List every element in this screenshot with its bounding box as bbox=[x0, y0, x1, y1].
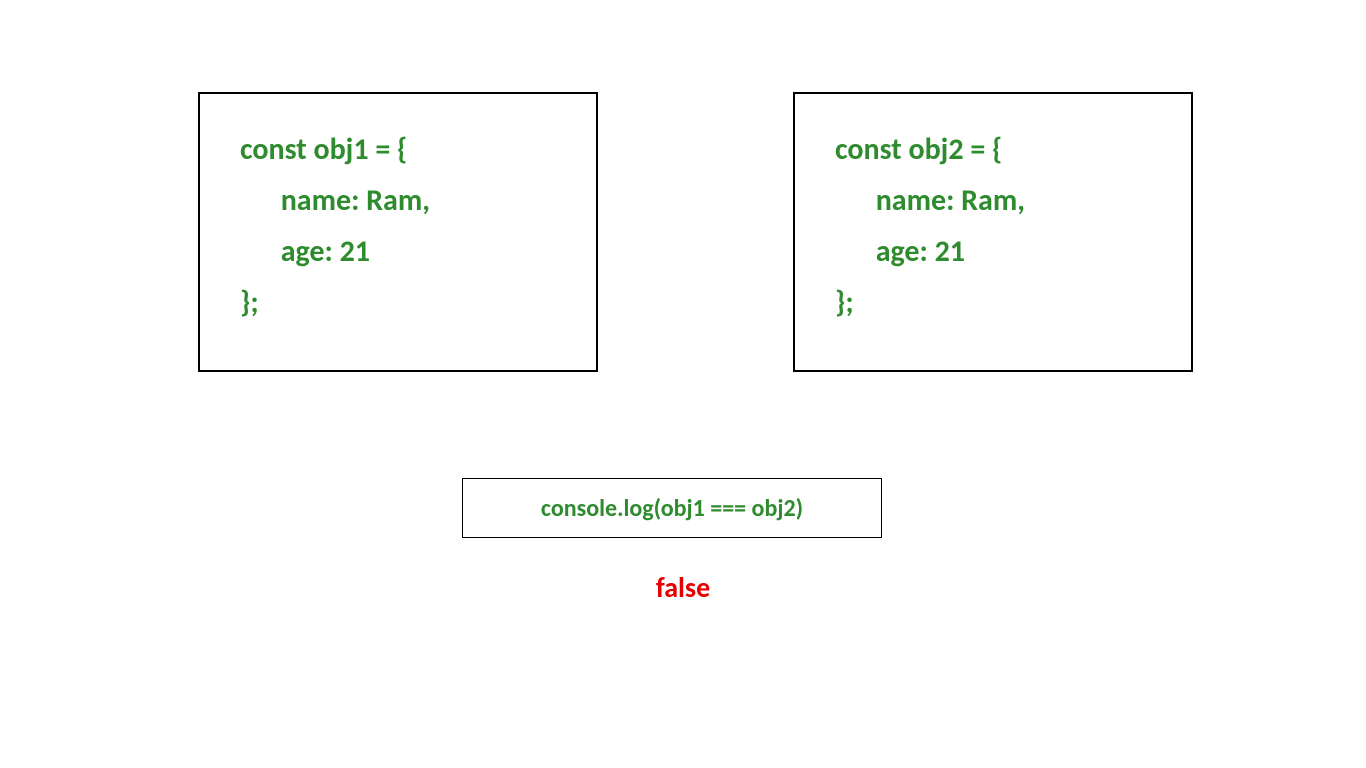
code-obj2-line2: name: Ram, bbox=[835, 182, 1025, 219]
code-obj2-line4: }; bbox=[835, 284, 854, 321]
code-obj1-line2: name: Ram, bbox=[240, 182, 430, 219]
code-box-obj1: const obj1 = { name: Ram, age: 21 }; bbox=[198, 92, 598, 372]
result-output: false bbox=[0, 570, 1366, 605]
code-obj1-line4: }; bbox=[240, 284, 259, 321]
code-obj1-line3: age: 21 bbox=[240, 233, 370, 270]
console-log-box: console.log(obj1 === obj2) bbox=[462, 478, 882, 538]
console-log-text: console.log(obj1 === obj2) bbox=[541, 494, 803, 523]
code-box-obj2: const obj2 = { name: Ram, age: 21 }; bbox=[793, 92, 1193, 372]
code-obj1: const obj1 = { name: Ram, age: 21 }; bbox=[240, 124, 566, 328]
code-obj1-line1: const obj1 = { bbox=[240, 131, 407, 168]
code-obj2: const obj2 = { name: Ram, age: 21 }; bbox=[835, 124, 1161, 328]
code-obj2-line3: age: 21 bbox=[835, 233, 965, 270]
code-obj2-line1: const obj2 = { bbox=[835, 131, 1002, 168]
